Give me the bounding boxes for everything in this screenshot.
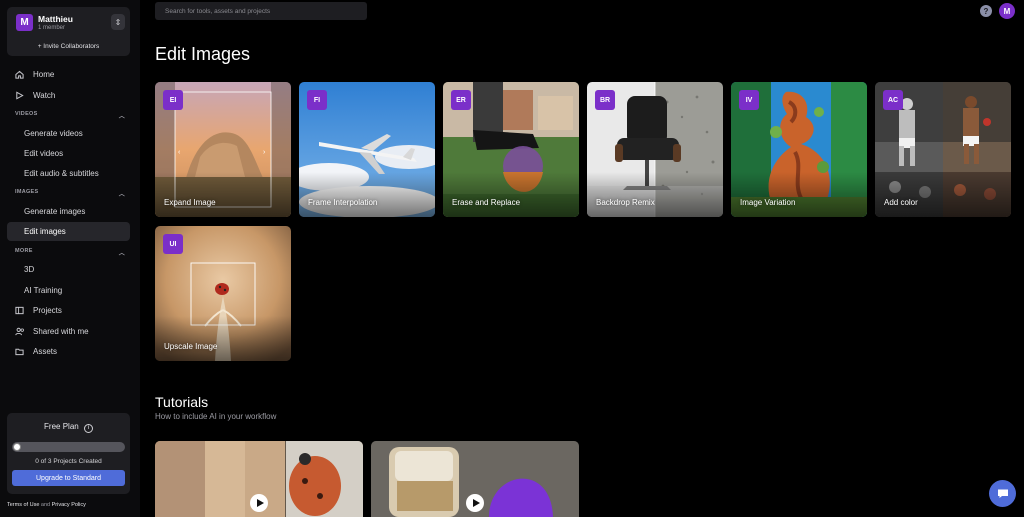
section-more[interactable]: MORE ︿ <box>15 248 125 257</box>
sidebar-item-label: Projects <box>33 306 62 315</box>
card-badge: FI <box>307 90 327 110</box>
sidebar-item-generate-images[interactable]: Generate images <box>7 202 130 221</box>
plan-panel: Free Plan i 0 of 3 Projects Created Upgr… <box>7 413 130 494</box>
tool-card-erase-and-replace[interactable]: ER Erase and Replace <box>443 82 579 217</box>
card-badge: IV <box>739 90 759 110</box>
section-videos[interactable]: VIDEOS ︿ <box>15 111 125 120</box>
sidebar-item-home[interactable]: Home <box>7 65 130 84</box>
upgrade-button[interactable]: Upgrade to Standard <box>12 470 125 486</box>
card-shade <box>299 172 435 217</box>
tool-card-image-variation[interactable]: IV Image Variation <box>731 82 867 217</box>
sidebar-item-label: AI Training <box>24 286 63 295</box>
chat-support-button[interactable] <box>989 480 1016 507</box>
card-label: Expand Image <box>164 198 216 207</box>
chat-icon <box>997 489 1008 498</box>
help-icon[interactable]: ? <box>980 5 992 17</box>
tutorial-card-2[interactable] <box>371 441 579 517</box>
card-badge: UI <box>163 234 183 254</box>
sidebar-item-label: Generate videos <box>24 129 83 138</box>
sidebar-item-label: Edit images <box>24 227 66 236</box>
tool-card-add-color[interactable]: AC Add color <box>875 82 1011 217</box>
sidebar-item-ai-training[interactable]: AI Training <box>7 281 130 300</box>
projects-progress-bar <box>12 442 125 452</box>
card-badge: ER <box>451 90 471 110</box>
card-badge: AC <box>883 90 903 110</box>
updown-chevron-icon[interactable]: ⇕ <box>111 14 125 30</box>
sidebar-item-label: Generate images <box>24 207 86 216</box>
folder-icon <box>15 347 27 356</box>
workspace-name: Matthieu <box>38 14 73 24</box>
sidebar-item-label: Edit audio & subtitles <box>24 169 99 178</box>
card-label: Frame Interpolation <box>308 198 378 207</box>
plan-title-text: Free Plan <box>44 422 79 431</box>
workspace-avatar: M <box>16 14 33 31</box>
terms-link[interactable]: Terms of Use <box>7 502 39 508</box>
card-label: Upscale Image <box>164 342 218 351</box>
play-button[interactable] <box>250 494 268 512</box>
sidebar: M Matthieu 1 member ⇕ + Invite Collabora… <box>0 0 140 517</box>
card-label: Erase and Replace <box>452 198 521 207</box>
play-icon <box>15 91 27 100</box>
card-badge: EI <box>163 90 183 110</box>
sidebar-item-label: Home <box>33 70 55 79</box>
projects-icon <box>15 306 27 315</box>
sidebar-item-label: 3D <box>24 265 35 274</box>
tutorials-title: Tutorials <box>155 394 209 410</box>
shared-users-icon <box>15 327 27 336</box>
search-input[interactable] <box>155 2 367 20</box>
tutorial-card-1[interactable] <box>155 441 363 517</box>
sidebar-item-edit-images[interactable]: Edit images <box>7 222 130 241</box>
sidebar-item-edit-videos[interactable]: Edit videos <box>7 144 130 163</box>
sidebar-item-assets[interactable]: Assets <box>7 342 130 361</box>
projects-count: 0 of 3 Projects Created <box>35 458 102 465</box>
card-label: Add color <box>884 198 918 207</box>
workspace-members: 1 member <box>38 25 66 31</box>
sidebar-item-3d[interactable]: 3D <box>7 260 130 279</box>
section-images[interactable]: IMAGES ︿ <box>15 189 125 198</box>
tutorials-subtitle: How to include AI in your workflow <box>155 412 277 421</box>
invite-collaborators-button[interactable]: + Invite Collaborators <box>7 43 130 50</box>
tool-card-expand-image[interactable]: ‹ › EI Expand Image <box>155 82 291 217</box>
section-label: MORE <box>15 248 33 254</box>
home-icon <box>15 70 27 79</box>
card-shade <box>443 172 579 217</box>
sidebar-item-shared[interactable]: Shared with me <box>7 322 130 341</box>
card-shade <box>875 172 1011 217</box>
sidebar-item-watch[interactable]: Watch <box>7 86 130 105</box>
sidebar-item-label: Watch <box>33 91 56 100</box>
chevron-up-icon: ︿ <box>118 192 125 198</box>
sidebar-item-projects[interactable]: Projects <box>7 301 130 320</box>
card-label: Image Variation <box>740 198 796 207</box>
card-shade <box>155 172 291 217</box>
chevron-up-icon: ︿ <box>118 114 125 120</box>
tool-card-backdrop-remix[interactable]: BR Backdrop Remix <box>587 82 723 217</box>
tool-card-frame-interpolation[interactable]: FI Frame Interpolation <box>299 82 435 217</box>
card-badge: BR <box>595 90 615 110</box>
legal-links: Terms of Use and Privacy Policy <box>7 502 86 508</box>
section-label: IMAGES <box>15 189 39 195</box>
sidebar-item-label: Edit videos <box>24 149 64 158</box>
card-shade <box>587 172 723 217</box>
sidebar-item-label: Shared with me <box>33 327 89 336</box>
sidebar-item-edit-audio[interactable]: Edit audio & subtitles <box>7 164 130 183</box>
page-title: Edit Images <box>155 44 251 64</box>
card-label: Backdrop Remix <box>596 198 655 207</box>
plan-title: Free Plan i <box>7 422 130 433</box>
user-avatar[interactable]: M <box>999 3 1015 19</box>
info-icon[interactable]: i <box>83 424 93 433</box>
card-shade <box>155 316 291 361</box>
card-shade <box>731 172 867 217</box>
tool-card-upscale-image[interactable]: UI Upscale Image <box>155 226 291 361</box>
privacy-link[interactable]: Privacy Policy <box>52 502 86 508</box>
sidebar-item-generate-videos[interactable]: Generate videos <box>7 124 130 143</box>
chevron-up-icon: ︿ <box>118 251 125 257</box>
workspace-switcher[interactable]: M Matthieu 1 member ⇕ + Invite Collabora… <box>7 7 130 56</box>
play-button[interactable] <box>466 494 484 512</box>
progress-knob <box>13 443 21 451</box>
sidebar-item-label: Assets <box>33 347 58 356</box>
section-label: VIDEOS <box>15 111 38 117</box>
legal-and: and <box>39 502 52 508</box>
